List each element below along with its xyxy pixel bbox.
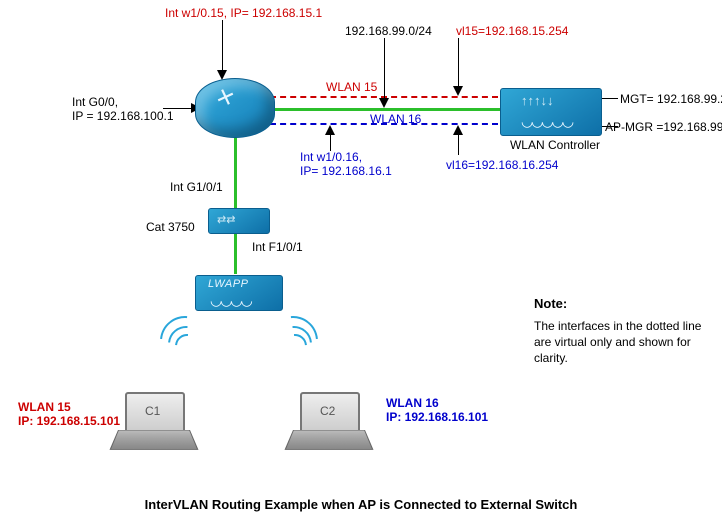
- switch-arrows-glyph: ⇄⇄: [217, 213, 235, 226]
- label-wlan16: WLAN 16: [370, 112, 421, 126]
- arrow-down-icon: [453, 86, 463, 96]
- link-switch-to-ap: [234, 232, 237, 274]
- arrow-up-icon: [453, 125, 463, 135]
- diagram-caption: InterVLAN Routing Example when AP is Con…: [0, 497, 722, 512]
- label-int-f101: Int F1/0/1: [252, 240, 303, 254]
- callout-w1015-line: [222, 20, 223, 72]
- label-mgt: MGT= 192.168.99.24: [620, 92, 722, 106]
- wlan-controller-icon: ↑↑↑↓↓ ◡◡◡◡◡: [500, 88, 602, 136]
- ap-wave-glyph: ◡◡◡◡: [210, 292, 251, 309]
- note-heading: Note:: [534, 296, 567, 311]
- arrow-down-icon: [379, 98, 389, 108]
- wlc-wave-glyph: ◡◡◡◡◡: [521, 113, 572, 130]
- label-c1-wlan: WLAN 15: [18, 400, 71, 414]
- label-apmgr: AP-MGR =192.168.99.25: [605, 120, 722, 134]
- laptop-base: [284, 430, 373, 450]
- arrow-up-icon: [325, 125, 335, 135]
- note-body: The interfaces in the dotted line are vi…: [534, 318, 709, 367]
- router-icon: ✕: [195, 78, 275, 138]
- label-int-w1-015: Int w1/0.15, IP= 192.168.15.1: [165, 6, 322, 20]
- label-int-g00: Int G0/0, IP = 192.168.100.1: [72, 95, 174, 123]
- switch-icon: ⇄⇄: [208, 208, 270, 234]
- wlc-arrows-glyph: ↑↑↑↓↓: [521, 93, 554, 108]
- label-vl16: vl16=192.168.16.254: [446, 158, 558, 172]
- link-mgt: [600, 98, 618, 99]
- laptop-c2-tag: C2: [320, 404, 335, 418]
- label-c2-ip: IP: 192.168.16.101: [386, 410, 488, 424]
- label-subnet-99: 192.168.99.0/24: [345, 24, 432, 38]
- label-int-g101: Int G1/0/1: [170, 180, 223, 194]
- label-c2-wlan: WLAN 16: [386, 396, 439, 410]
- label-c1-ip: IP: 192.168.15.101: [18, 414, 120, 428]
- callout-vl15-line: [458, 38, 459, 88]
- label-cat3750: Cat 3750: [146, 220, 195, 234]
- wlc-label: WLAN Controller: [500, 138, 610, 152]
- access-point-icon: LWAPP ◡◡◡◡: [195, 275, 283, 311]
- router-arrows-glyph: ✕: [212, 83, 238, 114]
- laptop-c1-tag: C1: [145, 404, 160, 418]
- link-router-to-switch: [234, 130, 237, 208]
- label-vl15: vl15=192.168.15.254: [456, 24, 568, 38]
- link-router-to-wlc: [268, 108, 500, 111]
- laptop-base: [109, 430, 198, 450]
- callout-subnet99-line: [384, 38, 385, 100]
- label-int-w1-016: Int w1/0.16, IP= 192.168.16.1: [300, 150, 392, 178]
- ap-lwapp-label: LWAPP: [208, 278, 248, 290]
- label-wlan15: WLAN 15: [326, 80, 377, 94]
